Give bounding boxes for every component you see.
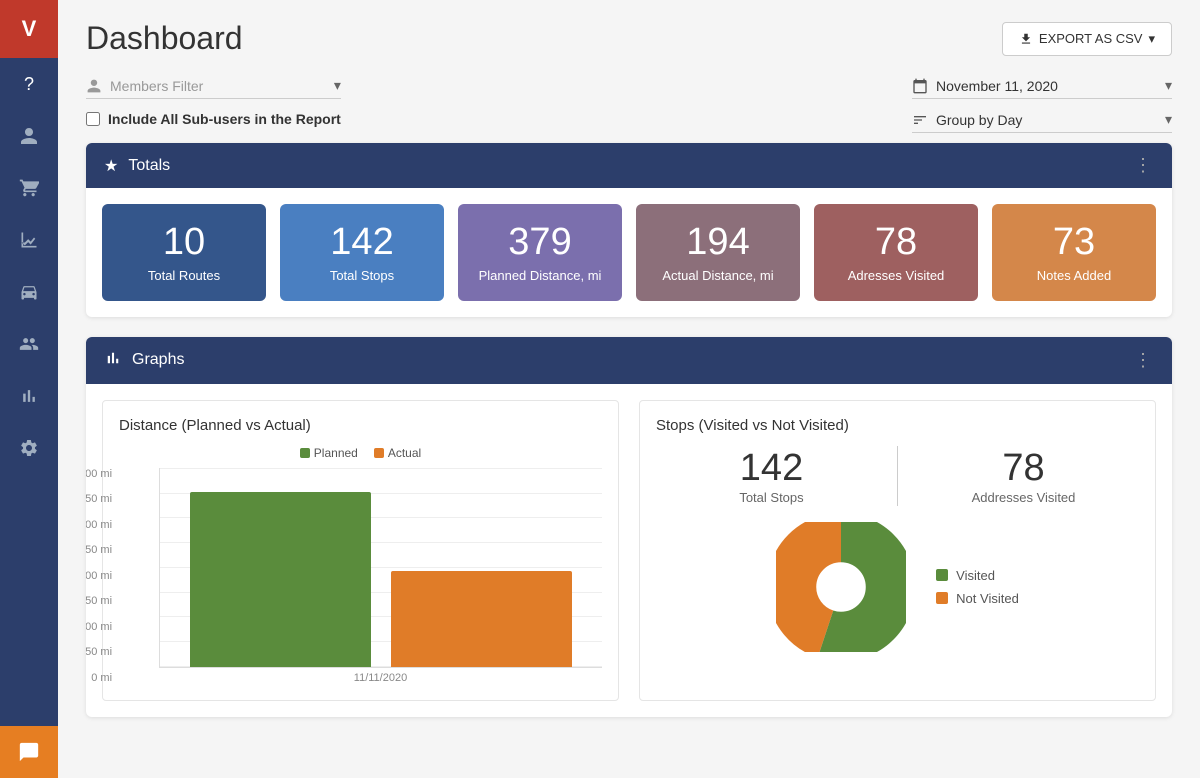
visited-dot — [936, 569, 948, 581]
sidebar: V ? — [0, 0, 58, 778]
pie-chart-panel: Stops (Visited vs Not Visited) 142 Total… — [639, 400, 1156, 701]
totals-section: ★ Totals ⋮ 10Total Routes142Total Stops3… — [86, 143, 1172, 317]
sidebar-chat-button[interactable] — [0, 726, 58, 778]
subusers-checkbox-row: Include All Sub-users in the Report — [86, 111, 341, 127]
totals-star-icon: ★ — [104, 156, 118, 176]
legend-planned: Planned — [300, 446, 358, 460]
pie-legend-visited: Visited — [936, 568, 1019, 583]
pie-not-visited-segment — [792, 537, 891, 636]
bar-actual — [391, 571, 572, 667]
sidebar-item-team[interactable] — [0, 318, 58, 370]
filter-right: November 11, 2020 ▾ Group by Day ▾ — [912, 77, 1172, 133]
date-filter[interactable]: November 11, 2020 ▾ — [912, 77, 1172, 99]
x-axis-label: 11/11/2020 — [159, 672, 602, 684]
total-card-actual-distance--mi: 194Actual Distance, mi — [636, 204, 800, 301]
bar-chart-panel: Distance (Planned vs Actual) Planned Act… — [102, 400, 619, 701]
chat-icon — [0, 726, 58, 778]
totals-grid: 10Total Routes142Total Stops379Planned D… — [86, 188, 1172, 317]
pie-legend: Visited Not Visited — [936, 568, 1019, 606]
total-stops-number: 142 — [656, 447, 887, 490]
totals-menu-button[interactable]: ⋮ — [1134, 155, 1154, 176]
members-filter[interactable]: Members Filter ▾ — [86, 77, 341, 99]
main-content: Dashboard EXPORT AS CSV ▾ Members Filter… — [58, 0, 1200, 778]
page-title: Dashboard — [86, 20, 243, 57]
bar-planned — [190, 492, 371, 667]
sidebar-item-reports[interactable] — [0, 370, 58, 422]
subusers-checkbox[interactable] — [86, 112, 100, 126]
legend-actual: Actual — [374, 446, 421, 460]
addresses-visited-number: 78 — [908, 447, 1139, 490]
group-filter-arrow: ▾ — [1165, 111, 1172, 128]
filters-row: Members Filter ▾ Include All Sub-users i… — [86, 77, 1172, 133]
total-stops-label: Total Stops — [656, 490, 887, 505]
total-card-total-routes: 10Total Routes — [102, 204, 266, 301]
sidebar-item-settings[interactable] — [0, 422, 58, 474]
date-filter-arrow: ▾ — [1165, 77, 1172, 94]
total-card-notes-added: 73Notes Added — [992, 204, 1156, 301]
totals-title: Totals — [128, 157, 170, 175]
members-filter-arrow: ▾ — [334, 77, 341, 94]
graphs-menu-button[interactable]: ⋮ — [1134, 350, 1154, 371]
sidebar-item-routes[interactable] — [0, 162, 58, 214]
graphs-content: Distance (Planned vs Actual) Planned Act… — [86, 384, 1172, 717]
graphs-header: Graphs ⋮ — [86, 337, 1172, 384]
pie-legend-not-visited: Not Visited — [936, 591, 1019, 606]
addresses-visited-stat: 78 Addresses Visited — [908, 447, 1139, 505]
subusers-label: Include All Sub-users in the Report — [108, 111, 341, 127]
sidebar-item-analytics[interactable] — [0, 214, 58, 266]
stats-divider — [897, 446, 898, 506]
addresses-visited-label: Addresses Visited — [908, 490, 1139, 505]
y-axis-labels: 400 mi 350 mi 300 mi 250 mi 200 mi 150 m… — [86, 468, 112, 684]
legend-actual-dot — [374, 448, 384, 458]
legend-planned-dot — [300, 448, 310, 458]
pie-area: Visited Not Visited — [656, 522, 1139, 652]
total-card-adresses-visited: 78Adresses Visited — [814, 204, 978, 301]
sidebar-item-help[interactable]: ? — [0, 58, 58, 110]
bar-chart-title: Distance (Planned vs Actual) — [119, 417, 602, 434]
not-visited-dot — [936, 592, 948, 604]
bar-chart-legend: Planned Actual — [119, 446, 602, 460]
stops-stats: 142 Total Stops 78 Addresses Visited — [656, 446, 1139, 506]
pie-chart-title: Stops (Visited vs Not Visited) — [656, 417, 1139, 434]
bar-chart-area — [159, 468, 602, 668]
total-stops-stat: 142 Total Stops — [656, 447, 887, 505]
graphs-section: Graphs ⋮ Distance (Planned vs Actual) Pl… — [86, 337, 1172, 717]
sidebar-item-vehicles[interactable] — [0, 266, 58, 318]
graphs-bar-icon — [104, 349, 122, 372]
export-csv-button[interactable]: EXPORT AS CSV ▾ — [1002, 22, 1172, 56]
pie-chart-svg — [776, 522, 906, 652]
totals-header: ★ Totals ⋮ — [86, 143, 1172, 188]
graphs-title: Graphs — [132, 351, 184, 369]
total-card-planned-distance--mi: 379Planned Distance, mi — [458, 204, 622, 301]
bars-area — [160, 468, 602, 667]
page-header: Dashboard EXPORT AS CSV ▾ — [86, 20, 1172, 57]
group-by-filter[interactable]: Group by Day ▾ — [912, 111, 1172, 133]
total-card-total-stops: 142Total Stops — [280, 204, 444, 301]
bar-chart-wrapper: 400 mi 350 mi 300 mi 250 mi 200 mi 150 m… — [119, 468, 602, 684]
sidebar-item-users[interactable] — [0, 110, 58, 162]
app-logo[interactable]: V — [0, 0, 58, 58]
filter-left: Members Filter ▾ Include All Sub-users i… — [86, 77, 341, 127]
